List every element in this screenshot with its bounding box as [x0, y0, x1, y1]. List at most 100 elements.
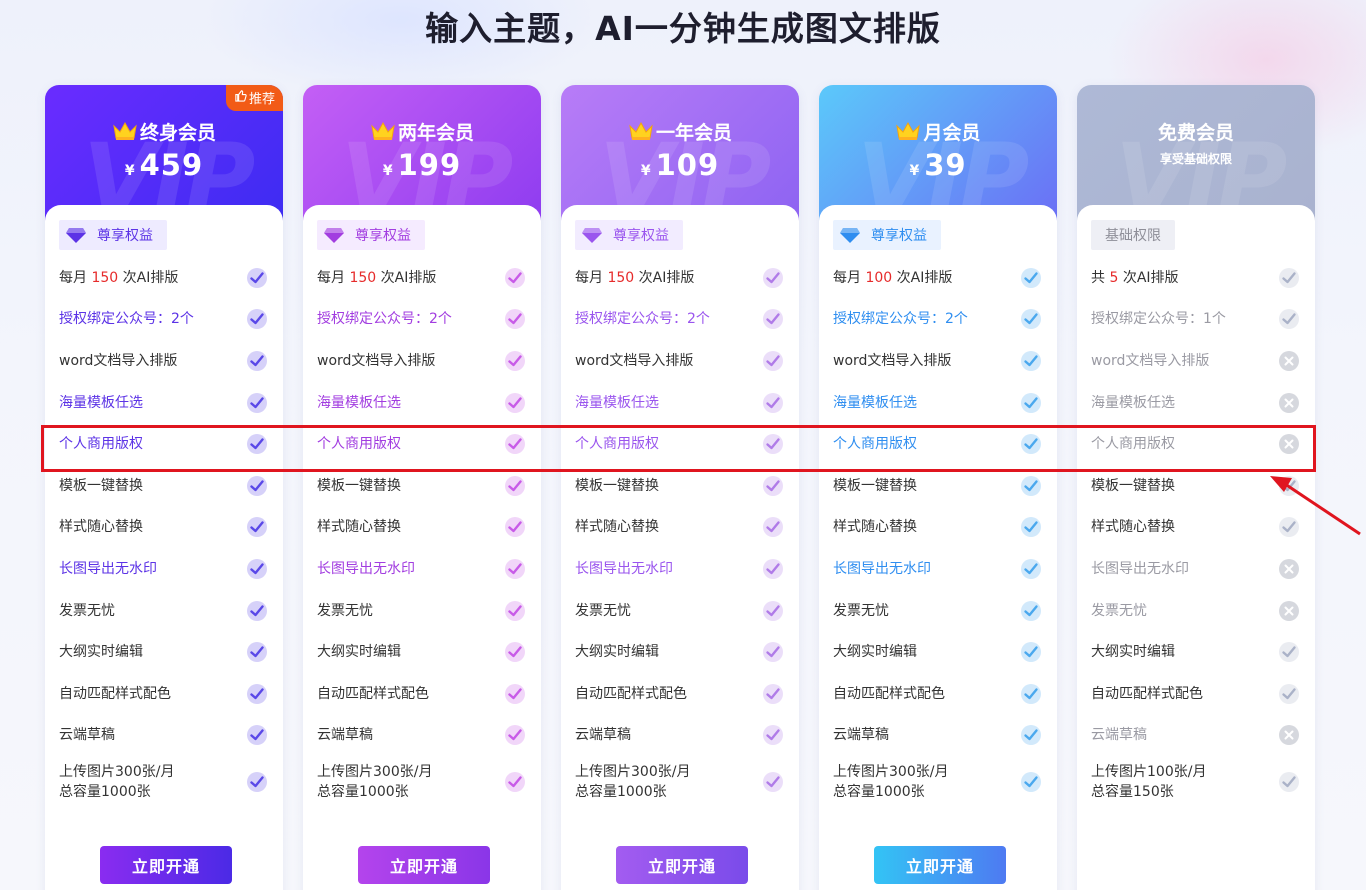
- feature-label: 大纲实时编辑: [833, 644, 917, 661]
- benefit-tag-label: 基础权限: [1105, 228, 1161, 244]
- feature-item: 上传图片300张/月 总容量1000张: [575, 756, 785, 808]
- activate-button[interactable]: 立即开通: [874, 846, 1006, 884]
- feature-text: 发票无忧: [59, 601, 115, 621]
- feature-item: 个人商用版权: [317, 423, 527, 465]
- benefit-tag: 尊享权益: [833, 220, 941, 250]
- feature-text: 每月 150 次AI排版: [575, 268, 694, 288]
- feature-text: 模板一键替换: [59, 476, 143, 496]
- price-value: 39: [924, 148, 967, 182]
- benefit-tag: 尊享权益: [59, 220, 167, 250]
- feature-label: 发票无忧: [317, 602, 373, 619]
- check-icon: [1021, 267, 1041, 288]
- feature-item: 海量模板任选: [575, 382, 785, 424]
- thumbs-up-icon: [234, 89, 247, 106]
- feature-label: 发票无忧: [833, 602, 889, 619]
- feature-text: 授权绑定公众号：1个: [1091, 309, 1226, 329]
- feature-text: 个人商用版权: [59, 434, 143, 454]
- feature-text: 自动匹配样式配色: [317, 684, 429, 704]
- cross-icon: [1279, 600, 1299, 621]
- feature-text: 授权绑定公众号：2个: [59, 309, 194, 329]
- feature-item: 每月 150 次AI排版: [59, 257, 269, 299]
- feature-label: 每月: [317, 269, 350, 286]
- feature-label: 海量模板任选: [575, 394, 659, 411]
- plan-name: 终身会员: [139, 121, 216, 144]
- feature-label-suffix: 次AI排版: [376, 269, 437, 286]
- check-icon: [505, 350, 525, 371]
- activate-button[interactable]: 立即开通: [358, 846, 490, 884]
- benefit-tag-label: 尊享权益: [613, 228, 669, 244]
- feature-text: 海量模板任选: [575, 393, 659, 413]
- feature-label: 海量模板任选: [317, 394, 401, 411]
- check-icon: [1021, 434, 1041, 455]
- feature-list: 每月 150 次AI排版 授权绑定公众号：2个 word文档导入排版 海量模板任选 个人…: [317, 257, 527, 808]
- check-icon: [505, 392, 525, 413]
- benefit-tag: 基础权限: [1091, 220, 1175, 250]
- currency-symbol: ¥: [909, 163, 921, 179]
- feature-text: 云端草稿: [833, 725, 889, 745]
- feature-count: 150: [607, 269, 635, 286]
- feature-item: 共 5 次AI排版: [1091, 257, 1301, 299]
- plan-price: ¥459: [45, 148, 283, 182]
- check-icon: [505, 517, 525, 538]
- feature-text: 大纲实时编辑: [1091, 642, 1175, 662]
- feature-label: 模板一键替换: [1091, 477, 1175, 494]
- feature-label: 上传图片300张/月: [317, 764, 433, 781]
- check-icon: [247, 600, 267, 621]
- feature-label: 样式随心替换: [833, 519, 917, 536]
- check-icon: [505, 600, 525, 621]
- price-value: 199: [397, 148, 462, 182]
- feature-text: 云端草稿: [59, 725, 115, 745]
- crown-icon: [895, 121, 921, 141]
- feature-item: word文档导入排版: [59, 340, 269, 382]
- feature-item: 模板一键替换: [575, 465, 785, 507]
- plan-header: VIP 月会员 ¥39: [819, 85, 1057, 235]
- feature-text: 大纲实时编辑: [575, 642, 659, 662]
- diamond-icon: [581, 226, 603, 244]
- feature-text: 上传图片100张/月 总容量150张: [1091, 762, 1206, 802]
- feature-label: 大纲实时编辑: [1091, 644, 1175, 661]
- check-icon: [1021, 309, 1041, 330]
- feature-label: 长图导出无水印: [833, 560, 931, 577]
- feature-item: 云端草稿: [317, 715, 527, 757]
- feature-label: 模板一键替换: [833, 477, 917, 494]
- feature-label: 发票无忧: [575, 602, 631, 619]
- feature-item: 上传图片300张/月 总容量1000张: [59, 756, 269, 808]
- feature-label: word文档导入排版: [833, 352, 952, 369]
- plan-name: 两年会员: [397, 121, 474, 144]
- feature-text: 发票无忧: [833, 601, 889, 621]
- currency-symbol: ¥: [124, 163, 136, 179]
- plan-name-row: 免费会员: [1077, 118, 1315, 144]
- price-value: 459: [139, 148, 204, 182]
- feature-label: word文档导入排版: [575, 352, 694, 369]
- feature-text: 共 5 次AI排版: [1091, 268, 1179, 288]
- check-icon: [1021, 772, 1041, 793]
- currency-symbol: ¥: [382, 163, 394, 179]
- feature-text: 大纲实时编辑: [317, 642, 401, 662]
- check-icon: [1021, 475, 1041, 496]
- check-icon: [763, 642, 783, 663]
- activate-button[interactable]: 立即开通: [616, 846, 748, 884]
- feature-label: 大纲实时编辑: [575, 644, 659, 661]
- feature-text: 海量模板任选: [1091, 393, 1175, 413]
- feature-item: 大纲实时编辑: [1091, 631, 1301, 673]
- feature-item: 长图导出无水印: [59, 548, 269, 590]
- feature-item: 长图导出无水印: [1091, 548, 1301, 590]
- feature-label: 每月: [575, 269, 608, 286]
- activate-button[interactable]: 立即开通: [100, 846, 232, 884]
- feature-text: word文档导入排版: [575, 351, 693, 371]
- feature-label: 云端草稿: [59, 727, 115, 744]
- feature-label: 长图导出无水印: [575, 560, 673, 577]
- check-icon: [1021, 600, 1041, 621]
- feature-label: 样式随心替换: [59, 519, 143, 536]
- feature-label: 个人商用版权: [833, 436, 917, 453]
- plan-card: VIP 推荐 终身会员 ¥459 尊享权益 每月 150 次AI排版 授权绑定公众号：2个 w…: [45, 85, 283, 890]
- feature-label: 样式随心替换: [317, 519, 401, 536]
- feature-label-line2: 总容量1000张: [317, 784, 409, 801]
- check-icon: [1021, 517, 1041, 538]
- check-icon: [505, 267, 525, 288]
- feature-label: 云端草稿: [575, 727, 631, 744]
- feature-text: 样式随心替换: [59, 517, 143, 537]
- feature-label: 长图导出无水印: [317, 560, 415, 577]
- feature-label: 大纲实时编辑: [317, 644, 401, 661]
- feature-label: 自动匹配样式配色: [575, 685, 687, 702]
